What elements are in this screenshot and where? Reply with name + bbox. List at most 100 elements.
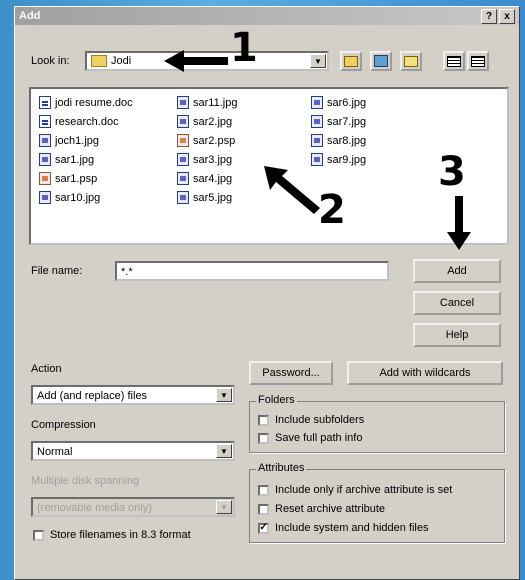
reset-archive-checkbox[interactable]: Reset archive attribute	[258, 503, 385, 515]
list-item[interactable]: sar5.jpg	[177, 188, 237, 207]
chevron-down-icon[interactable]: ▼	[310, 54, 326, 68]
include-subfolders-checkbox[interactable]: Include subfolders	[258, 414, 364, 426]
chevron-down-icon[interactable]: ▼	[216, 444, 232, 458]
save-path-checkbox[interactable]: Save full path info	[258, 432, 362, 444]
psp-file-icon	[177, 134, 189, 147]
chevron-down-icon[interactable]: ▼	[216, 388, 232, 402]
store-83-label: Store filenames in 8.3 format	[50, 529, 191, 541]
desktop-button[interactable]	[370, 51, 392, 71]
list-item[interactable]: sar11.jpg	[177, 93, 237, 112]
multi-disk-label: Multiple disk spanning	[31, 475, 140, 487]
annotation-number-3: 3	[438, 149, 466, 195]
file-name: sar1.psp	[55, 172, 98, 185]
list-view-button[interactable]	[443, 51, 465, 71]
save-path-label: Save full path info	[275, 432, 363, 444]
file-name: sar3.jpg	[193, 153, 233, 166]
chevron-down-icon[interactable]: ▼	[216, 500, 232, 514]
doc-file-icon	[39, 96, 51, 109]
file-name: sar7.jpg	[327, 115, 367, 128]
image-file-icon	[177, 172, 189, 185]
include-subfolders-label: Include subfolders	[275, 414, 365, 426]
arrow-down-icon	[447, 196, 471, 250]
attributes-title: Attributes	[256, 462, 307, 474]
checkbox-box[interactable]	[33, 529, 44, 541]
store-83-checkbox[interactable]: Store filenames in 8.3 format	[33, 529, 191, 541]
include-system-label: Include system and hidden files	[275, 522, 429, 534]
action-select[interactable]: Add (and replace) files ▼	[31, 385, 235, 405]
list-item[interactable]: sar4.jpg	[177, 169, 237, 188]
compression-value: Normal	[37, 446, 73, 458]
details-view-icon	[471, 55, 485, 67]
arrow-left-icon	[164, 50, 228, 72]
image-file-icon	[39, 191, 51, 204]
password-button[interactable]: Password...	[249, 361, 333, 385]
title-bar: Add ? x	[15, 7, 519, 25]
arrow-up-left-icon	[264, 166, 320, 214]
file-name: jodi resume.doc	[55, 96, 133, 109]
list-item[interactable]: sar2.psp	[177, 131, 237, 150]
action-value: Add (and replace) files	[37, 390, 148, 402]
psp-file-icon	[39, 172, 51, 185]
new-folder-icon	[404, 55, 418, 67]
help-title-button[interactable]: ?	[481, 8, 497, 24]
image-file-icon	[311, 115, 323, 128]
image-file-icon	[177, 153, 189, 166]
add-dialog: Add ? x Look in: Jodi ▼ jodi resume.doc r…	[14, 6, 520, 580]
folder-icon	[91, 55, 107, 67]
list-item[interactable]: sar1.psp	[39, 169, 133, 188]
up-folder-button[interactable]	[340, 51, 362, 71]
list-item[interactable]: sar10.jpg	[39, 188, 133, 207]
filename-input[interactable]: *.*	[115, 261, 389, 281]
doc-file-icon	[39, 115, 51, 128]
multi-disk-select[interactable]: (removable media only) ▼	[31, 497, 235, 517]
image-file-icon	[177, 115, 189, 128]
list-item[interactable]: sar7.jpg	[311, 112, 366, 131]
reset-archive-label: Reset archive attribute	[275, 503, 386, 515]
folders-group: Folders Include subfolders Save full pat…	[249, 394, 505, 453]
list-item[interactable]: joch1.jpg	[39, 131, 133, 150]
file-name: sar4.jpg	[193, 172, 233, 185]
list-view-icon	[447, 55, 461, 67]
help-button[interactable]: Help	[413, 323, 501, 347]
list-item[interactable]: sar6.jpg	[311, 93, 366, 112]
list-item[interactable]: jodi resume.doc	[39, 93, 133, 112]
compression-label: Compression	[31, 419, 96, 431]
checkbox-box[interactable]	[258, 414, 269, 426]
image-file-icon	[39, 153, 51, 166]
add-button[interactable]: Add	[413, 259, 501, 283]
checkbox-box[interactable]	[258, 484, 269, 496]
image-file-icon	[311, 96, 323, 109]
cancel-button[interactable]: Cancel	[413, 291, 501, 315]
file-name: sar8.jpg	[327, 134, 367, 147]
image-file-icon	[177, 191, 189, 204]
annotation-number-2: 2	[318, 187, 346, 233]
list-item[interactable]: research.doc	[39, 112, 133, 131]
file-name: research.doc	[55, 115, 119, 128]
window-title: Add	[19, 10, 41, 22]
list-item[interactable]: sar2.jpg	[177, 112, 237, 131]
filename-label: File name:	[31, 265, 83, 277]
list-item[interactable]: sar8.jpg	[311, 131, 366, 150]
checkbox-box[interactable]: ✓	[258, 522, 269, 534]
checkbox-box[interactable]	[258, 432, 269, 444]
include-system-checkbox[interactable]: ✓ Include system and hidden files	[258, 522, 428, 534]
file-name: sar2.jpg	[193, 115, 233, 128]
folders-title: Folders	[256, 394, 297, 406]
annotation-number-1: 1	[230, 25, 258, 71]
details-view-button[interactable]	[467, 51, 489, 71]
action-label: Action	[31, 363, 62, 375]
lookin-label: Look in:	[31, 55, 70, 67]
new-folder-button[interactable]	[400, 51, 422, 71]
attributes-group: Attributes Include only if archive attri…	[249, 462, 505, 543]
list-item[interactable]: sar1.jpg	[39, 150, 133, 169]
checkbox-box[interactable]	[258, 503, 269, 515]
list-item[interactable]: sar3.jpg	[177, 150, 237, 169]
file-name: sar2.psp	[193, 134, 236, 147]
image-file-icon	[177, 96, 189, 109]
file-name: sar9.jpg	[327, 153, 367, 166]
add-wildcards-button[interactable]: Add with wildcards	[347, 361, 503, 385]
close-button[interactable]: x	[499, 8, 515, 24]
compression-select[interactable]: Normal ▼	[31, 441, 235, 461]
lookin-value: Jodi	[111, 55, 132, 67]
archive-only-checkbox[interactable]: Include only if archive attribute is set	[258, 484, 452, 496]
